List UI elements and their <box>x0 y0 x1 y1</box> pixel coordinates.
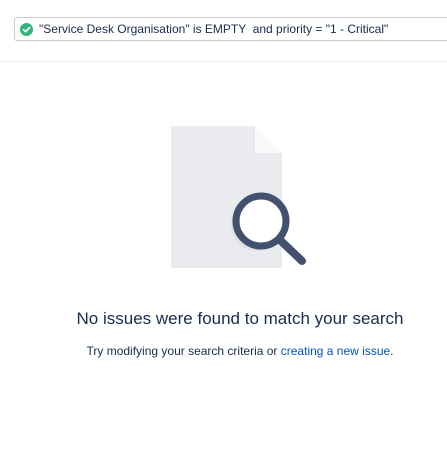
issue-navigator-page: "Service Desk Organisation" is EMPTY and… <box>0 0 447 452</box>
jql-search-field[interactable]: "Service Desk Organisation" is EMPTY and… <box>14 17 447 41</box>
empty-state-subtitle: Try modifying your search criteria or cr… <box>0 344 447 358</box>
empty-state-title: No issues were found to match your searc… <box>76 309 404 328</box>
header-divider <box>0 61 447 62</box>
check-circle-icon <box>20 22 33 36</box>
empty-state-subtitle-prefix: Try modifying your search criteria or <box>86 344 281 358</box>
empty-state-subtitle-suffix: . <box>390 344 394 358</box>
document-search-icon <box>171 126 306 268</box>
jql-query-text[interactable]: "Service Desk Organisation" is EMPTY and… <box>39 22 388 36</box>
create-issue-link[interactable]: creating a new issue <box>281 344 390 358</box>
